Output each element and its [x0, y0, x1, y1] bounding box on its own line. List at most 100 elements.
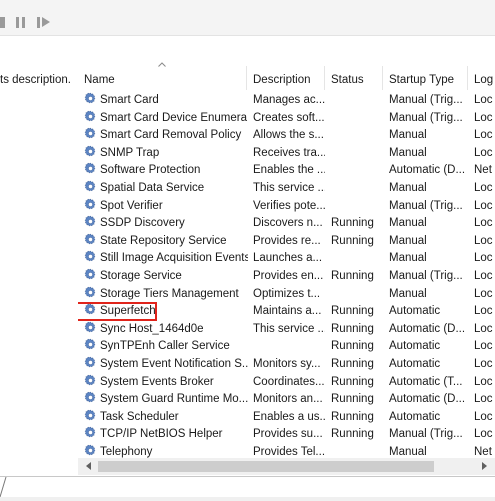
services-list[interactable]: Name Description Status Startup Type Log… — [78, 36, 495, 476]
service-startup-type: Manual — [389, 252, 427, 265]
service-name: Spatial Data Service — [100, 181, 205, 194]
service-startup-type: Automatic — [389, 305, 441, 318]
service-log-on-as: Loc — [474, 94, 493, 106]
service-description: Launches a... — [253, 252, 323, 265]
service-row[interactable]: Task Scheduler Enables a us... Running Auto… — [78, 409, 495, 427]
service-description: Allows the s... — [253, 129, 324, 142]
gear-icon — [84, 162, 97, 175]
gear-icon — [84, 409, 97, 422]
gear-icon — [84, 145, 97, 158]
service-log-on-as: Loc — [474, 410, 493, 423]
service-log-on-as: Loc — [474, 234, 493, 247]
service-name: Smart Card Device Enumera... — [100, 111, 248, 124]
service-row[interactable]: Storage Tiers Management Optimizes t... Ma… — [78, 286, 495, 304]
gear-icon — [84, 250, 97, 263]
gear-icon — [84, 198, 97, 211]
service-row[interactable]: Smart Card Device Enumera... Creates soft… — [78, 110, 495, 128]
gear-icon — [84, 444, 97, 457]
service-row[interactable]: TCP/IP NetBIOS Helper Provides su... Runni… — [78, 426, 495, 444]
gear-icon — [84, 356, 97, 369]
service-description: Enables a us... — [253, 410, 325, 423]
service-name-cell: Storage Service — [84, 268, 248, 286]
service-startup-type: Manual — [389, 129, 427, 142]
service-description: Provides re... — [253, 234, 321, 247]
service-description: Monitors sy... — [253, 357, 321, 370]
service-description: Provides su... — [253, 428, 323, 441]
stop-service-button[interactable] — [0, 17, 5, 28]
pause-service-button[interactable] — [16, 17, 26, 28]
scrollbar-thumb[interactable] — [98, 461, 434, 472]
service-name: SynTPEnh Caller Service — [100, 340, 230, 353]
service-description: Optimizes t... — [253, 287, 321, 300]
service-description: Receives tra... — [253, 146, 325, 159]
service-row[interactable]: System Event Notification S... Monitors s… — [78, 356, 495, 374]
service-startup-type: Manual (Trig... — [389, 111, 463, 124]
service-row[interactable]: Smart Card Removal Policy Allows the s...… — [78, 127, 495, 145]
column-header-startup-type[interactable]: Startup Type — [383, 66, 468, 90]
service-description: Coordinates... — [253, 375, 325, 388]
service-name-cell: SSDP Discovery — [84, 215, 248, 233]
gear-icon — [84, 92, 97, 105]
restart-icon — [37, 17, 40, 28]
gear-icon — [84, 338, 97, 351]
service-row[interactable]: Sync Host_1464d0e This service ... Running… — [78, 321, 495, 339]
restart-service-button[interactable] — [37, 17, 51, 28]
service-row[interactable]: Smart Card Manages ac... Manual (Trig... Lo… — [78, 92, 495, 110]
service-row[interactable]: SNMP Trap Receives tra... Manual Loc — [78, 145, 495, 163]
service-log-on-as: Loc — [474, 217, 493, 230]
service-row[interactable]: System Guard Runtime Mo... Monitors an...… — [78, 391, 495, 409]
service-status: Running — [331, 375, 374, 388]
column-header-log-on-as[interactable]: Log — [468, 66, 495, 90]
service-row[interactable]: Spot Verifier Verifies pote... Manual (Tri… — [78, 198, 495, 216]
service-row[interactable]: System Events Broker Coordinates... Runnin… — [78, 374, 495, 392]
service-row[interactable]: Still Image Acquisition Events Launches a… — [78, 250, 495, 268]
service-name-cell: System Guard Runtime Mo... — [84, 391, 248, 409]
service-startup-type: Manual — [389, 217, 427, 230]
service-status: Running — [331, 393, 374, 406]
service-name: System Guard Runtime Mo... — [100, 393, 248, 406]
scroll-left-icon[interactable] — [86, 462, 91, 470]
service-name-cell: Sync Host_1464d0e — [84, 321, 248, 339]
service-name: Storage Tiers Management — [100, 287, 239, 300]
service-startup-type: Automatic — [389, 340, 441, 353]
service-status: Running — [331, 410, 374, 423]
service-name: Telephony — [100, 445, 153, 458]
column-header-status[interactable]: Status — [325, 66, 383, 90]
service-row[interactable]: SynTPEnh Caller Service Running Automatic L… — [78, 338, 495, 356]
service-name: Spot Verifier — [100, 199, 163, 212]
gear-icon — [84, 286, 97, 299]
service-log-on-as: Loc — [474, 340, 493, 353]
scroll-right-icon[interactable] — [482, 462, 487, 470]
service-row[interactable]: Storage Service Provides en... Running Manu… — [78, 268, 495, 286]
service-name: Smart Card — [100, 94, 159, 106]
gear-icon — [84, 321, 97, 334]
horizontal-scrollbar[interactable] — [78, 458, 495, 475]
service-log-on-as: Loc — [474, 111, 493, 124]
service-description: Creates soft... — [253, 111, 325, 124]
tab-edge — [0, 477, 7, 498]
service-startup-type: Manual — [389, 287, 427, 300]
service-row[interactable]: State Repository Service Provides re... Ru… — [78, 233, 495, 251]
service-name: State Repository Service — [100, 234, 227, 247]
service-name-cell: Still Image Acquisition Events — [84, 250, 248, 268]
service-name: TCP/IP NetBIOS Helper — [100, 428, 223, 441]
gear-icon — [84, 374, 97, 387]
service-status: Running — [331, 234, 374, 247]
service-startup-type: Manual (Trig... — [389, 94, 463, 106]
gear-icon — [84, 110, 97, 123]
service-row[interactable]: SSDP Discovery Discovers n... Running Manua… — [78, 215, 495, 233]
service-row[interactable]: Software Protection Enables the ... Automa… — [78, 162, 495, 180]
service-name: Task Scheduler — [100, 410, 179, 423]
service-log-on-as: Loc — [474, 305, 493, 318]
service-name-cell: System Events Broker — [84, 374, 248, 392]
column-header-description[interactable]: Description — [247, 66, 325, 90]
service-row[interactable]: Spatial Data Service This service ... Manu… — [78, 180, 495, 198]
service-log-on-as: Loc — [474, 252, 493, 265]
service-startup-type: Automatic — [389, 357, 441, 370]
service-row[interactable]: Superfetch Maintains a... Running Automatic… — [78, 302, 495, 322]
service-description: Provides en... — [253, 269, 324, 282]
column-header-name[interactable]: Name — [78, 66, 247, 90]
service-log-on-as: Loc — [474, 322, 493, 335]
service-startup-type: Manual — [389, 234, 427, 247]
service-status: Running — [331, 340, 374, 353]
